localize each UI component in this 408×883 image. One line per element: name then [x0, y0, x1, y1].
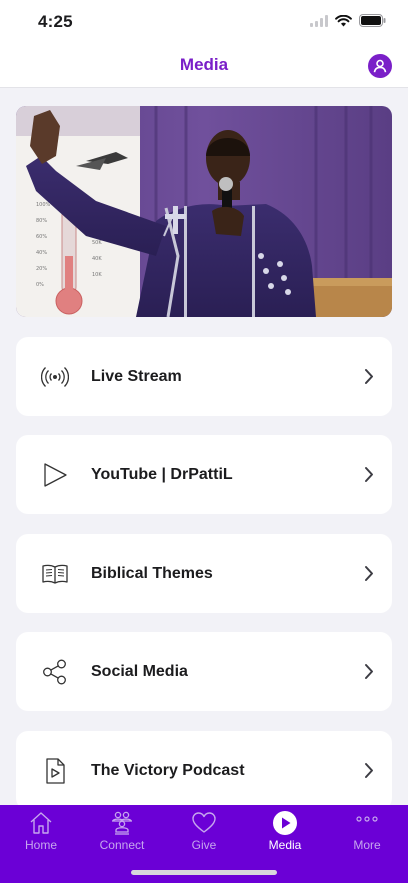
svg-text:60%: 60%: [36, 234, 47, 240]
user-icon: [373, 59, 387, 73]
featured-media-image[interactable]: 100% 80% 60% 40% 20% 0% 50K 40K 10K: [16, 106, 392, 317]
home-indicator: [131, 870, 277, 875]
home-icon: [30, 812, 52, 834]
broadcast-icon: [41, 367, 69, 387]
book-icon: [42, 564, 68, 584]
navigation-bar: Media: [0, 46, 408, 88]
menu-item-label: The Victory Podcast: [91, 762, 245, 779]
status-icons: [310, 14, 386, 27]
menu-item-victory-podcast[interactable]: The Victory Podcast: [16, 731, 392, 810]
menu-item-social-media[interactable]: Social Media: [16, 632, 392, 711]
tab-label: Give: [191, 838, 217, 852]
signal-icon: [310, 14, 328, 27]
podcast-file-icon: [46, 758, 65, 784]
chevron-right-icon: [365, 566, 373, 581]
menu-item-label: Live Stream: [91, 368, 182, 385]
profile-button[interactable]: [368, 54, 392, 78]
tab-more[interactable]: More: [326, 805, 408, 857]
menu-item-label: YouTube | DrPattiL: [91, 466, 233, 483]
tab-connect[interactable]: Connect: [81, 805, 163, 857]
menu-item-label: Biblical Themes: [91, 565, 213, 582]
svg-text:10K: 10K: [92, 272, 102, 278]
chevron-right-icon: [365, 467, 373, 482]
menu-item-label: Social Media: [91, 663, 188, 680]
tab-home[interactable]: Home: [0, 805, 82, 857]
menu-item-biblical-themes[interactable]: Biblical Themes: [16, 534, 392, 613]
svg-text:20%: 20%: [36, 266, 47, 272]
chevron-right-icon: [365, 664, 373, 679]
wifi-icon: [335, 14, 352, 26]
svg-text:40K: 40K: [92, 256, 102, 262]
chevron-right-icon: [365, 763, 373, 778]
tab-give[interactable]: Give: [163, 805, 245, 857]
heart-icon: [192, 812, 216, 833]
svg-text:40%: 40%: [36, 250, 47, 256]
tab-label: Connect: [99, 838, 145, 852]
status-bar: 4:25: [0, 0, 408, 46]
menu-item-live-stream[interactable]: Live Stream: [16, 337, 392, 416]
share-icon: [43, 659, 66, 685]
tab-label: More: [353, 838, 381, 852]
svg-text:100%: 100%: [36, 202, 51, 208]
tab-label: Home: [24, 838, 57, 852]
play-icon: [44, 463, 67, 487]
svg-text:80%: 80%: [36, 218, 47, 224]
play-circle-icon: [273, 811, 297, 835]
svg-text:50K: 50K: [92, 240, 102, 246]
page-title: Media: [179, 55, 229, 74]
status-time: 4:25: [38, 12, 73, 31]
tab-label: Media: [268, 838, 302, 852]
chevron-right-icon: [365, 369, 373, 384]
people-icon: [112, 811, 132, 835]
more-icon: [356, 816, 378, 822]
tab-media[interactable]: Media: [244, 805, 326, 857]
preacher-photo: 100% 80% 60% 40% 20% 0% 50K 40K 10K: [16, 106, 392, 317]
menu-item-youtube[interactable]: YouTube | DrPattiL: [16, 435, 392, 514]
svg-text:0%: 0%: [36, 282, 44, 288]
battery-icon: [359, 14, 386, 27]
